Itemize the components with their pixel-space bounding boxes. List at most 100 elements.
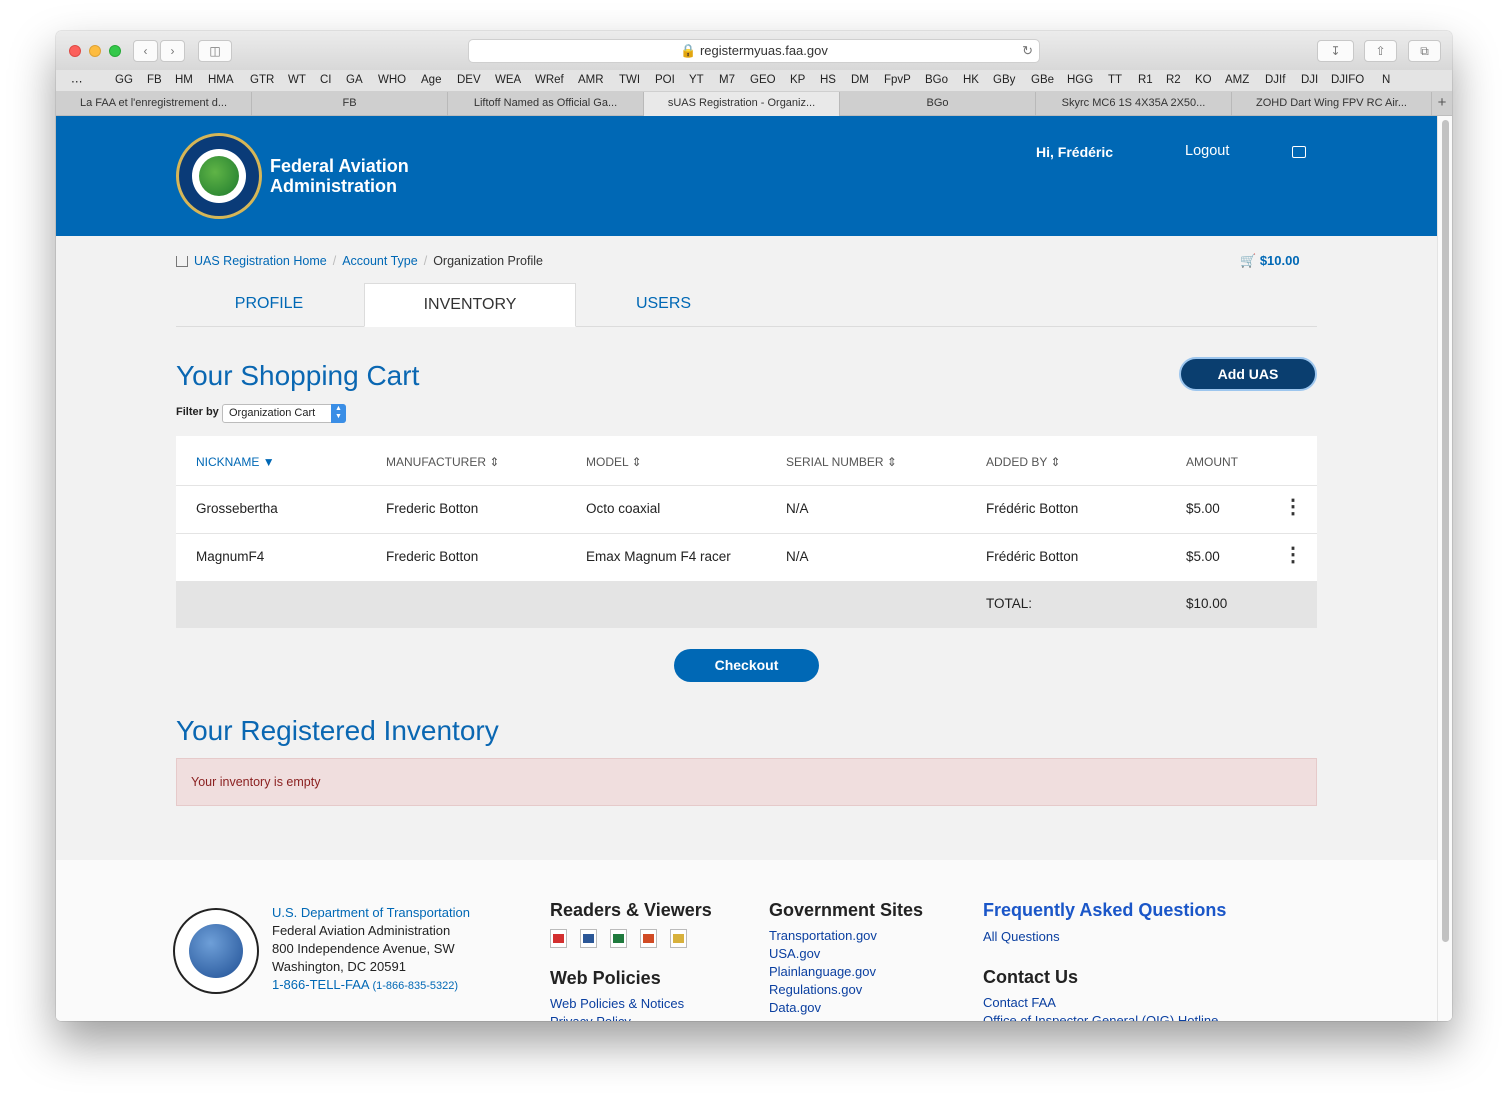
user-greeting[interactable]: Hi, Frédéric bbox=[1036, 144, 1113, 160]
privacy-policy-link[interactable]: Privacy Policy bbox=[550, 1013, 684, 1021]
bookmark-item[interactable]: YT bbox=[689, 74, 704, 86]
dot-seal-logo[interactable] bbox=[173, 908, 259, 994]
browser-tab[interactable]: FB bbox=[252, 92, 448, 116]
scrollbar-thumb[interactable] bbox=[1442, 120, 1449, 942]
bookmark-item[interactable]: HK bbox=[963, 74, 979, 86]
breadcrumb-home[interactable]: UAS Registration Home bbox=[194, 254, 327, 268]
bookmark-item[interactable]: BGo bbox=[925, 74, 948, 86]
bookmark-item[interactable]: HM bbox=[175, 74, 193, 86]
pdf-reader-icon[interactable] bbox=[550, 929, 567, 948]
bookmark-item[interactable]: WT bbox=[288, 74, 306, 86]
row-menu-icon[interactable]: ⋮ bbox=[1283, 544, 1303, 566]
tab-inventory[interactable]: INVENTORY bbox=[364, 283, 576, 327]
share-icon[interactable]: ⇧ bbox=[1364, 40, 1397, 62]
bookmark-item[interactable]: WEA bbox=[495, 74, 521, 86]
oig-hotline-link[interactable]: Office of Inspector General (OIG) Hotlin… bbox=[983, 1012, 1218, 1021]
bookmark-item[interactable]: DEV bbox=[457, 74, 481, 86]
bookmark-item[interactable]: AMR bbox=[578, 74, 604, 86]
total-label: TOTAL: bbox=[986, 596, 1033, 611]
bookmark-item[interactable]: HS bbox=[820, 74, 836, 86]
dot-link[interactable]: U.S. Department of Transportation bbox=[272, 904, 470, 922]
tab-users[interactable]: USERS bbox=[576, 283, 751, 327]
bookmark-item[interactable]: DJIf bbox=[1265, 74, 1285, 86]
bookmark-item[interactable]: KO bbox=[1195, 74, 1212, 86]
bookmark-item[interactable]: GBy bbox=[993, 74, 1015, 86]
bookmark-item[interactable]: POI bbox=[655, 74, 675, 86]
grid-icon[interactable]: ⋯ bbox=[71, 74, 83, 88]
faa-seal-logo[interactable] bbox=[176, 133, 262, 219]
zoom-window-button[interactable] bbox=[109, 45, 121, 57]
bookmark-item[interactable]: HMA bbox=[208, 74, 234, 86]
powerpoint-viewer-icon[interactable] bbox=[640, 929, 657, 948]
agency-name[interactable]: Federal Aviation Administration bbox=[270, 156, 409, 196]
bookmark-item[interactable]: FpvP bbox=[884, 74, 911, 86]
bookmark-item[interactable]: CI bbox=[320, 74, 332, 86]
column-header-serial[interactable]: SERIAL NUMBER ⇕ bbox=[786, 455, 897, 469]
browser-tab[interactable]: ZOHD Dart Wing FPV RC Air... bbox=[1232, 92, 1432, 116]
bookmark-item[interactable]: HGG bbox=[1067, 74, 1093, 86]
add-uas-button[interactable]: Add UAS bbox=[1179, 357, 1317, 391]
new-tab-button[interactable]: + bbox=[1432, 92, 1452, 116]
bookmark-item[interactable]: TT bbox=[1108, 74, 1122, 86]
column-header-added-by[interactable]: ADDED BY ⇕ bbox=[986, 455, 1061, 469]
bookmark-item[interactable]: DJI bbox=[1301, 74, 1318, 86]
gov-site-link[interactable]: Regulations.gov bbox=[769, 981, 877, 999]
bookmark-item[interactable]: WHO bbox=[378, 74, 406, 86]
downloads-icon[interactable]: ↧ bbox=[1317, 40, 1354, 62]
bookmark-item[interactable]: M7 bbox=[719, 74, 735, 86]
bookmark-item[interactable]: R2 bbox=[1166, 74, 1181, 86]
gov-site-link[interactable]: USA.gov bbox=[769, 945, 877, 963]
browser-tab[interactable]: Skyrc MC6 1S 4X35A 2X50... bbox=[1036, 92, 1232, 116]
browser-tab[interactable]: La FAA et l'enregistrement d... bbox=[56, 92, 252, 116]
document-viewer-icon[interactable] bbox=[670, 929, 687, 948]
sidebar-toggle-icon[interactable]: ◫ bbox=[198, 40, 232, 62]
tab-profile[interactable]: PROFILE bbox=[176, 283, 362, 327]
column-header-manufacturer[interactable]: MANUFACTURER ⇕ bbox=[386, 455, 499, 469]
show-tabs-icon[interactable]: ⧉ bbox=[1408, 40, 1441, 62]
bookmark-item[interactable]: GEO bbox=[750, 74, 776, 86]
breadcrumb-account-type[interactable]: Account Type bbox=[342, 254, 418, 268]
column-header-nickname[interactable]: NICKNAME ▼ bbox=[196, 455, 275, 469]
bookmark-item[interactable]: GG bbox=[115, 74, 133, 86]
browser-tab[interactable]: BGo bbox=[840, 92, 1036, 116]
gov-site-link[interactable]: Transportation.gov bbox=[769, 927, 877, 945]
browser-tab-active[interactable]: sUAS Registration - Organiz... bbox=[644, 92, 840, 116]
reload-icon[interactable]: ↻ bbox=[1022, 40, 1033, 62]
bookmark-item[interactable]: DM bbox=[851, 74, 869, 86]
bookmark-item[interactable]: GBe bbox=[1031, 74, 1054, 86]
bookmark-item[interactable]: DJIFO bbox=[1331, 74, 1364, 86]
contact-faa-link[interactable]: Contact FAA bbox=[983, 994, 1218, 1012]
bookmark-item[interactable]: TWI bbox=[619, 74, 640, 86]
faq-heading[interactable]: Frequently Asked Questions bbox=[983, 900, 1226, 921]
all-questions-link[interactable]: All Questions bbox=[983, 928, 1060, 946]
close-window-button[interactable] bbox=[69, 45, 81, 57]
minimize-window-button[interactable] bbox=[89, 45, 101, 57]
bookmark-item[interactable]: WRef bbox=[535, 74, 564, 86]
phone-link[interactable]: 1-866-TELL-FAA (1-866-835-5322) bbox=[272, 976, 470, 995]
bookmark-item[interactable]: FB bbox=[147, 74, 162, 86]
bookmark-item[interactable]: N bbox=[1382, 74, 1390, 86]
filter-select[interactable]: Organization Cart ▲ ▼ bbox=[222, 404, 346, 423]
bookmark-item[interactable]: R1 bbox=[1138, 74, 1153, 86]
web-policies-link[interactable]: Web Policies & Notices bbox=[550, 995, 684, 1013]
bookmark-item[interactable]: GTR bbox=[250, 74, 274, 86]
row-menu-icon[interactable]: ⋮ bbox=[1283, 496, 1303, 518]
cart-link[interactable]: 🛒 $10.00 bbox=[1240, 253, 1300, 269]
checkout-button[interactable]: Checkout bbox=[674, 649, 819, 682]
address-bar[interactable]: 🔒 registermyuas.faa.gov ↻ bbox=[468, 39, 1040, 63]
chat-icon[interactable] bbox=[1292, 146, 1306, 158]
word-viewer-icon[interactable] bbox=[580, 929, 597, 948]
bookmark-item[interactable]: AMZ bbox=[1225, 74, 1249, 86]
bookmark-item[interactable]: Age bbox=[421, 74, 441, 86]
gov-site-link[interactable]: Data.gov bbox=[769, 999, 877, 1017]
bookmark-item[interactable]: GA bbox=[346, 74, 363, 86]
back-button[interactable]: ‹ bbox=[133, 40, 158, 62]
excel-viewer-icon[interactable] bbox=[610, 929, 627, 948]
gov-site-link[interactable]: Plainlanguage.gov bbox=[769, 963, 877, 981]
bookmark-item[interactable]: KP bbox=[790, 74, 805, 86]
vertical-scrollbar[interactable] bbox=[1437, 116, 1452, 1021]
browser-tab[interactable]: Liftoff Named as Official Ga... bbox=[448, 92, 644, 116]
column-header-model[interactable]: MODEL ⇕ bbox=[586, 455, 642, 469]
logout-link[interactable]: Logout bbox=[1185, 143, 1229, 159]
forward-button[interactable]: › bbox=[160, 40, 185, 62]
